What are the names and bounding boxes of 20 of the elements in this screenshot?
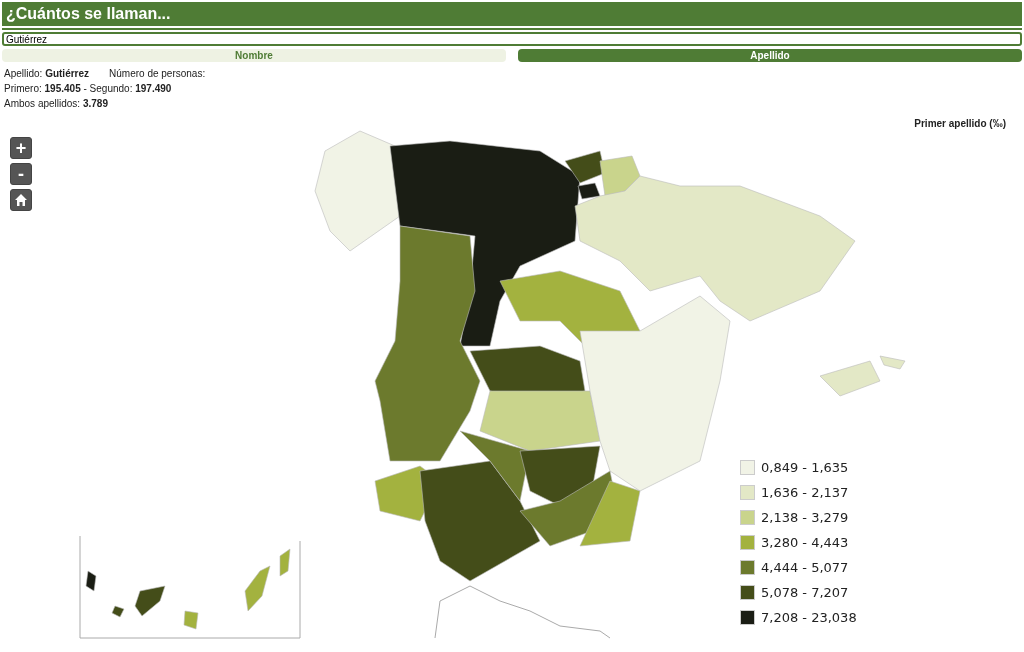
tab[interactable]: Apellido [518, 49, 1022, 62]
legend-label: 5,078 - 7,207 [761, 585, 849, 600]
zoom-in-button[interactable]: + [10, 137, 32, 159]
search-field[interactable]: Gutiérrez [2, 32, 1022, 46]
app-title: ¿Cuántos se llaman... [6, 5, 171, 23]
both-surnames-text: Ambos apellidos: 3.789 [4, 98, 108, 109]
legend-label: 1,636 - 2,137 [761, 485, 849, 500]
zoom-out-button[interactable]: - [10, 163, 32, 185]
surname-text: Apellido: Gutiérrez [4, 68, 90, 79]
count-label: Número de personas: [109, 68, 206, 79]
home-button[interactable] [10, 189, 32, 211]
legend-title: Primer apellido (‰) [914, 118, 1006, 129]
legend-label: 2,138 - 3,279 [761, 510, 849, 525]
legend-label: 4,444 - 5,077 [761, 560, 849, 575]
legend-label: 3,280 - 4,443 [761, 535, 849, 550]
tab[interactable]: Nombre [2, 49, 506, 62]
home-icon [14, 193, 28, 207]
legend-label: 7,208 - 23,038 [761, 610, 857, 625]
legend-label: 0,849 - 1,635 [761, 460, 849, 475]
first-second-text: Primero: 195.405 - Segundo: 197.490 [4, 83, 172, 94]
